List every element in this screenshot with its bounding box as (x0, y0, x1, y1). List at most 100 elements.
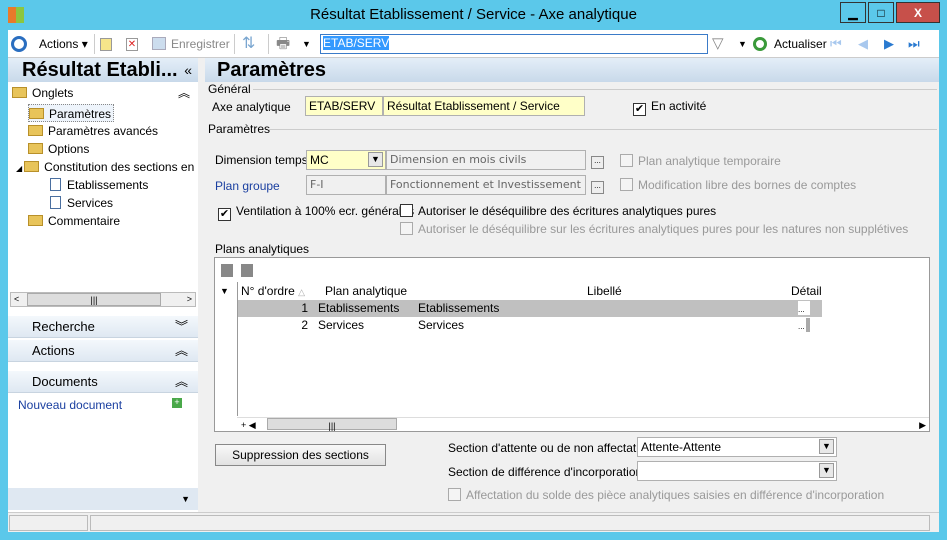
toolbar: Actions ▾ ✕ Enregistrer ⇅ 🖶 ▼ ETAB/SERV … (8, 30, 939, 58)
maximize-button[interactable]: □ (868, 2, 894, 23)
chevron-up-icon[interactable]: ︽ (178, 84, 190, 102)
row-libelle: Etablissements (418, 301, 500, 315)
col-plan[interactable]: Plan analytique (325, 284, 407, 298)
dim-name-input: Dimension en mois civils (386, 150, 586, 170)
nav-circle-icon[interactable] (11, 36, 27, 52)
print-icon[interactable]: 🖶 (276, 35, 290, 53)
autoriser1-checkbox[interactable]: Autoriser le déséquilibre des écritures … (400, 204, 716, 218)
filter-dropdown[interactable]: ▼ (738, 35, 747, 53)
next-record-icon[interactable]: ▶ (884, 35, 894, 53)
first-record-icon[interactable]: ⏮ (830, 35, 842, 53)
actions-menu[interactable]: Actions ▾ (39, 35, 88, 53)
affectation-checkbox[interactable]: Affectation du solde des pièce analytiqu… (448, 488, 884, 502)
grid-add-icon[interactable] (221, 264, 233, 277)
attente-select[interactable]: Attente-Attente ▼ (637, 437, 837, 457)
tree-item-parametres[interactable]: Paramètres (28, 104, 115, 122)
detail-button[interactable]: ... (798, 301, 810, 315)
actions-section[interactable]: Actions ︽ (8, 340, 198, 362)
client-area: Actions ▾ ✕ Enregistrer ⇅ 🖶 ▼ ETAB/SERV … (8, 30, 939, 532)
table-row[interactable]: 2 Services Services ... (238, 317, 822, 334)
diff-label: Section de différence d'incorporation (448, 465, 643, 479)
grid-menu-icon[interactable]: ▼ (220, 286, 229, 296)
detail-button[interactable]: ... (798, 318, 810, 332)
plans-label: Plans analytiques (215, 242, 310, 256)
chevron-down-icon[interactable]: ▼ (819, 439, 834, 454)
left-panel: Résultat Etabli... « Onglets ︽ Paramètres… (8, 58, 198, 512)
prev-record-icon[interactable]: ◀ (858, 35, 868, 53)
tree-item-services[interactable]: Services (50, 194, 113, 212)
grid-horizontal-scrollbar[interactable]: + ◀ ||| ▶ (237, 417, 929, 431)
recherche-section[interactable]: Recherche ︾ (8, 316, 198, 338)
add-icon[interactable]: + (172, 398, 182, 408)
left-panel-header: Résultat Etabli... « (8, 58, 198, 82)
print-dropdown[interactable]: ▼ (302, 35, 311, 53)
col-detail[interactable]: Détail (791, 284, 822, 298)
table-row[interactable]: 1 Etablissements Etablissements ... (238, 300, 822, 317)
separator (94, 34, 95, 54)
onglets-header[interactable]: Onglets (12, 84, 73, 102)
plan-code-input: F-I (306, 175, 386, 195)
axe-name-input[interactable]: Résultat Etablissement / Service (383, 96, 585, 116)
dim-browse-button[interactable]: ... (591, 156, 604, 169)
tree-item-options[interactable]: Options (28, 140, 89, 158)
actions-label: Actions (39, 37, 79, 51)
row-plan: Etablissements (318, 301, 400, 315)
delete-icon[interactable]: ✕ (126, 38, 138, 51)
ventilation-checkbox[interactable]: ✔ Ventilation à 100% ecr. générales (218, 204, 414, 221)
window-title: Résultat Etablissement / Service - Axe a… (310, 6, 637, 23)
tabs-tree: Onglets ︽ Paramètres Paramètres avancés … (8, 82, 198, 262)
chevron-down-icon[interactable]: ▼ (368, 152, 383, 167)
tree-item-commentaire[interactable]: Commentaire (28, 212, 120, 230)
tree-item-etablissements[interactable]: Etablissements (50, 176, 148, 194)
attente-label: Section d'attente ou de non affectation (448, 441, 653, 455)
chevron-down-icon[interactable]: ▼ (819, 463, 834, 478)
active-checkbox[interactable]: ✔ En activité (633, 99, 706, 116)
modif-libre-checkbox[interactable]: Modification libre des bornes de comptes (620, 178, 856, 192)
save-icon (152, 37, 166, 50)
panel-bottom-bar[interactable]: ▼ (8, 488, 198, 510)
axe-label: Axe analytique (212, 100, 291, 114)
suppression-sections-button[interactable]: Suppression des sections (215, 444, 386, 466)
sync-icon[interactable]: ⇅ (242, 35, 255, 53)
save-button[interactable]: Enregistrer (152, 35, 230, 53)
last-record-icon[interactable]: ⏭ (908, 35, 920, 53)
row-ordre: 2 (301, 318, 308, 332)
separator (234, 34, 235, 54)
row-libelle: Services (418, 318, 465, 332)
tree-horizontal-scrollbar[interactable]: < ||| > (10, 292, 196, 307)
general-legend: Général (208, 82, 251, 96)
plan-groupe-link[interactable]: Plan groupe (215, 179, 280, 193)
row-plan: Services (318, 318, 365, 332)
grid-delete-icon[interactable] (241, 264, 253, 277)
page-title: Paramètres (205, 58, 939, 82)
tree-item-parametres-avances[interactable]: Paramètres avancés (28, 122, 158, 140)
dim-code-input[interactable]: MC ▼ (306, 150, 386, 170)
close-button[interactable]: X (896, 2, 940, 23)
separator (268, 34, 269, 54)
diff-select[interactable]: ▼ (637, 461, 837, 481)
axe-code-input[interactable]: ETAB/SERV (305, 96, 383, 116)
params-legend: Paramètres (208, 122, 271, 136)
refresh-icon (753, 37, 767, 51)
search-input[interactable]: ETAB/SERV (320, 34, 708, 54)
row-ordre: 1 (301, 301, 308, 315)
search-value: ETAB/SERV (323, 36, 390, 50)
save-label: Enregistrer (171, 37, 230, 51)
status-bar (8, 512, 939, 532)
new-icon[interactable] (100, 38, 112, 51)
collapse-panel-button[interactable]: « (184, 58, 192, 82)
autoriser2-checkbox[interactable]: Autoriser le déséquilibre sur les écritu… (400, 222, 908, 236)
plan-browse-button[interactable]: ... (591, 181, 604, 194)
plan-temp-checkbox[interactable]: Plan analytique temporaire (620, 154, 781, 168)
minimize-button[interactable]: ▁ (840, 2, 866, 23)
tree-item-constitution[interactable]: ◢ Constitution des sections en (16, 158, 198, 176)
refresh-button[interactable]: Actualiser (774, 35, 827, 53)
col-libelle[interactable]: Libellé (587, 284, 622, 298)
plans-grid: ▼ N° d'ordre △ Plan analytique Libellé D… (214, 257, 930, 432)
plan-name-input: Fonctionnement et Investissement (386, 175, 586, 195)
new-document-link[interactable]: Nouveau document (18, 398, 122, 412)
col-ordre[interactable]: N° d'ordre △ (241, 284, 305, 298)
filter-icon[interactable]: ▽ (712, 35, 724, 53)
documents-section[interactable]: Documents ︽ (8, 371, 198, 393)
main-panel: Paramètres Général Axe analytique ETAB/S… (205, 58, 939, 512)
